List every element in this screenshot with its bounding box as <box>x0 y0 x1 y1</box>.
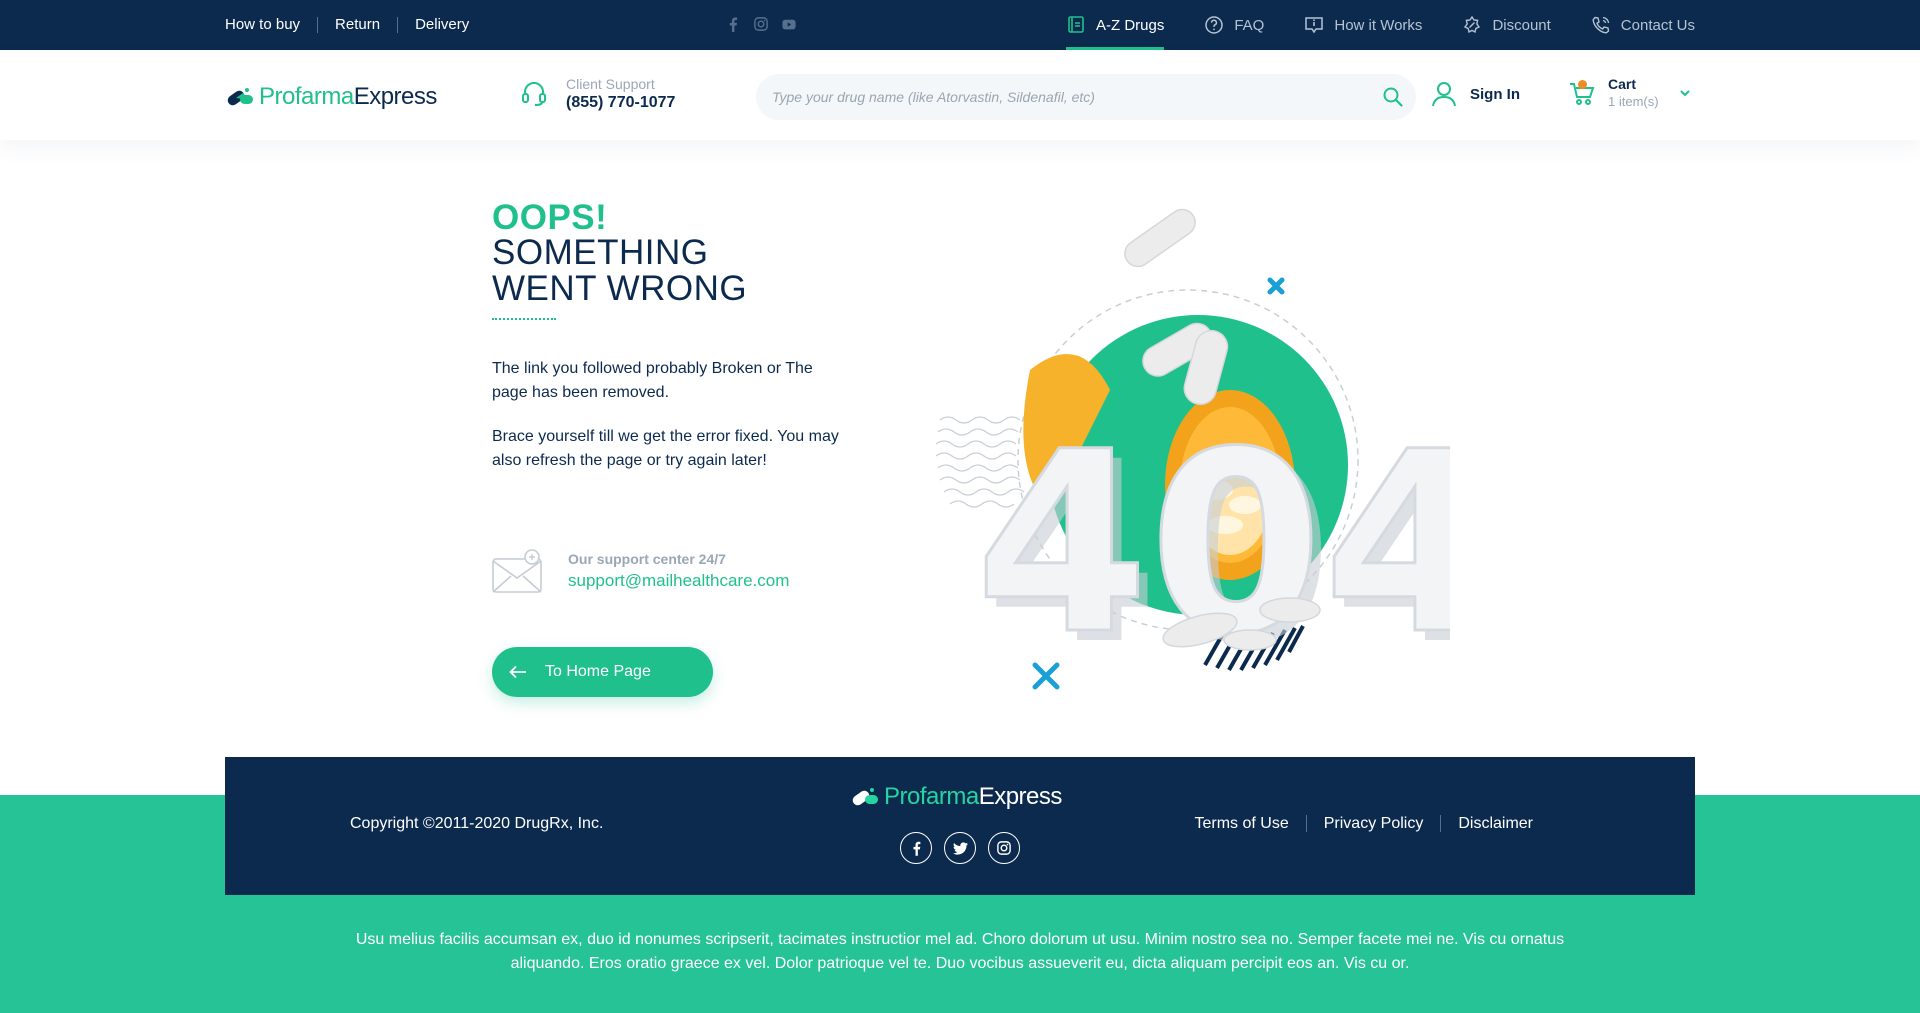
nav-discount[interactable]: Discount <box>1462 0 1551 50</box>
footer-logo-part-2: Express <box>978 783 1063 810</box>
how-to-buy-link[interactable]: How to buy <box>225 17 317 33</box>
footer-links: Terms of Use Privacy Policy Disclaimer <box>1178 815 1551 832</box>
digits-404: 404 404 <box>974 397 1451 700</box>
user-icon <box>1432 82 1456 107</box>
footer: Copyright ©2011-2020 DrugRx, Inc. Profar… <box>225 757 1695 895</box>
digit-text: 404 <box>975 398 1450 689</box>
footer-logo[interactable]: Profarma Express <box>850 783 1062 811</box>
disclaimer-link[interactable]: Disclaimer <box>1440 815 1550 832</box>
copyright: Copyright ©2011-2020 DrugRx, Inc. <box>350 815 604 832</box>
logo-part-1: Profarma <box>259 83 354 110</box>
headset-icon <box>522 82 546 106</box>
instagram-icon[interactable] <box>753 16 769 32</box>
to-home-page-button[interactable]: To Home Page <box>492 647 713 697</box>
error-404-illustration: 404 404 <box>935 208 1451 700</box>
dotted-divider <box>492 318 556 320</box>
footer-socials <box>900 832 1020 864</box>
top-bar: How to buy Return Delivery A-Z Drugs FAQ… <box>0 0 1920 50</box>
pill-book-icon <box>1066 15 1086 35</box>
logo-part-2: Express <box>353 83 438 110</box>
headline-line-1: SOMETHING <box>492 233 709 272</box>
nav-contact-us[interactable]: Contact Us <box>1591 0 1695 50</box>
question-icon <box>1204 15 1224 35</box>
cart-button[interactable]: Cart 1 item(s) <box>1568 76 1691 109</box>
cart-badge <box>1578 79 1587 89</box>
return-link[interactable]: Return <box>317 17 397 33</box>
nav-label: FAQ <box>1234 16 1265 34</box>
cart-label: Cart <box>1608 76 1637 92</box>
nav-az-drugs[interactable]: A-Z Drugs <box>1066 0 1165 50</box>
arrow-left-icon <box>509 665 526 679</box>
delivery-link[interactable]: Delivery <box>397 17 486 33</box>
top-links: How to buy Return Delivery <box>225 17 486 33</box>
client-support-phone[interactable]: (855) 770-1077 <box>566 94 675 112</box>
footer-logo-part-1: Profarma <box>884 783 979 810</box>
twitter-icon[interactable] <box>944 832 976 864</box>
client-support-label: Client Support <box>566 76 655 92</box>
mail-support-icon <box>492 549 542 593</box>
nav-label: Contact Us <box>1620 16 1695 34</box>
support-center-label: Our support center 24/7 <box>568 551 726 567</box>
search-icon[interactable] <box>1382 86 1404 108</box>
top-nav: A-Z Drugs FAQ How it Works Discount Cont… <box>1026 0 1695 50</box>
error-section: OOPS! SOMETHING WENT WRONG The link you … <box>0 140 1920 757</box>
nav-how-it-works[interactable]: How it Works <box>1304 0 1422 50</box>
client-support[interactable]: Client Support (855) 770-1077 <box>520 76 675 112</box>
info-box-icon <box>1304 15 1324 35</box>
phone-icon <box>1591 15 1611 35</box>
support-center: Our support center 24/7 support@mailheal… <box>492 548 789 594</box>
cart-icon <box>1568 79 1596 107</box>
support-email-link[interactable]: support@mailhealthcare.com <box>568 571 789 591</box>
youtube-icon[interactable] <box>781 16 797 32</box>
nav-label: How it Works <box>1334 16 1423 34</box>
cart-count: 1 item(s) <box>1608 94 1659 109</box>
facebook-icon[interactable] <box>900 832 932 864</box>
to-home-page-label: To Home Page <box>545 663 651 680</box>
terms-of-use-link[interactable]: Terms of Use <box>1178 815 1306 832</box>
error-headline: SOMETHING WENT WRONG <box>492 235 747 307</box>
oops-heading: OOPS! <box>492 198 608 237</box>
search-input[interactable] <box>772 74 1352 120</box>
sign-in-button[interactable]: Sign In <box>1430 80 1520 108</box>
nav-faq[interactable]: FAQ <box>1204 0 1264 50</box>
header: Profarma Express Client Support (855) 770… <box>0 50 1920 140</box>
logo-capsule-icon <box>852 788 878 806</box>
facebook-icon[interactable] <box>725 16 741 32</box>
instagram-icon[interactable] <box>988 832 1020 864</box>
logo-capsule-icon <box>227 88 253 106</box>
nav-label: A-Z Drugs <box>1096 16 1165 34</box>
logo[interactable]: Profarma Express <box>225 83 437 111</box>
footer-disclaimer-text: Usu melius facilis accumsan ex, duo id n… <box>355 931 1565 972</box>
headline-line-2: WENT WRONG <box>492 269 748 308</box>
discount-tag-icon <box>1462 15 1482 35</box>
error-message-1: The link you followed probably Broken or… <box>492 360 813 401</box>
privacy-policy-link[interactable]: Privacy Policy <box>1305 815 1441 832</box>
sign-in-label: Sign In <box>1470 85 1520 103</box>
top-socials <box>725 16 797 32</box>
error-message-2: Brace yourself till we get the error fix… <box>492 428 839 469</box>
chevron-down-icon[interactable] <box>1679 87 1691 99</box>
search-bar <box>756 74 1416 120</box>
nav-label: Discount <box>1492 16 1551 34</box>
